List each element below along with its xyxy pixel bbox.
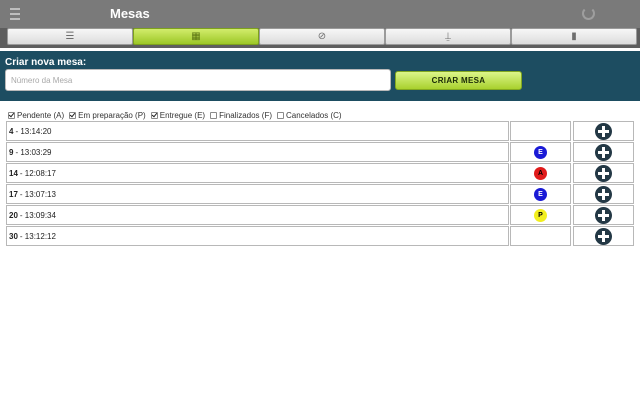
table-row[interactable]: 14 - 12:08:17 A <box>0 163 640 183</box>
filter-pending[interactable]: Pendente (A) <box>8 111 64 120</box>
table-number: 17 <box>9 189 18 199</box>
table-info-cell[interactable]: 17 - 13:07:13 <box>6 184 509 204</box>
tab-list[interactable]: ☰ <box>7 28 133 45</box>
checkbox-finished[interactable] <box>210 111 218 119</box>
table-time: - 13:12:12 <box>19 231 56 241</box>
tab-trash[interactable]: ▮ <box>511 28 637 45</box>
table-time: - 13:07:13 <box>19 189 56 199</box>
table-time: - 12:08:17 <box>19 168 56 178</box>
table-info-cell[interactable]: 14 - 12:08:17 <box>6 163 509 183</box>
filter-in-preparation[interactable]: Em preparação (P) <box>69 111 146 120</box>
coin-icon: ⊘ <box>317 30 327 42</box>
bottle-glass-icon: ⍊ <box>445 30 451 42</box>
trash-icon: ▮ <box>571 30 577 42</box>
plus-circle-icon[interactable] <box>595 185 612 203</box>
table-info-cell[interactable]: 20 - 13:09:34 <box>6 205 509 225</box>
list-icon: ☰ <box>65 30 75 42</box>
plus-circle-icon[interactable] <box>595 143 612 161</box>
status-badge: E <box>534 187 547 201</box>
add-order-cell[interactable] <box>573 184 634 204</box>
add-order-cell[interactable] <box>573 142 634 162</box>
checkbox-delivered[interactable] <box>150 111 158 119</box>
table-row[interactable]: 9 - 13:03:29 E <box>0 142 640 162</box>
table-row[interactable]: 4 - 13:14:20 <box>0 121 640 141</box>
add-order-cell[interactable] <box>573 163 634 183</box>
table-time: - 13:09:34 <box>19 210 56 220</box>
filter-label: Em preparação (P) <box>78 110 146 120</box>
table-info-cell[interactable]: 4 - 13:14:20 <box>6 121 509 141</box>
plus-circle-icon[interactable] <box>595 206 612 224</box>
table-number: 14 <box>9 168 18 178</box>
status-badge: A <box>534 166 547 180</box>
table-number-input[interactable] <box>5 69 391 91</box>
filter-delivered[interactable]: Entregue (E) <box>150 110 206 120</box>
table-row[interactable]: 30 - 13:12:12 <box>0 226 640 246</box>
table-icon: ▦ <box>191 30 201 42</box>
create-table-button[interactable]: CRIAR MESA <box>395 71 522 90</box>
add-order-cell[interactable] <box>573 121 634 141</box>
tab-tables[interactable]: ▦ <box>133 28 259 45</box>
checkbox-pending[interactable] <box>8 111 15 119</box>
table-row[interactable]: 17 - 13:07:13 E <box>0 184 640 204</box>
plus-circle-icon[interactable] <box>595 122 612 140</box>
status-badge: P <box>534 208 547 222</box>
table-status-cell: A <box>510 163 571 183</box>
filter-finished[interactable]: Finalizados (F) <box>210 111 272 120</box>
table-status-cell <box>510 121 571 141</box>
top-bar: Mesas <box>0 0 640 28</box>
status-filters: Pendente (A) Em preparação (P) Entregue … <box>8 109 347 121</box>
status-badge: E <box>534 145 547 159</box>
table-info-cell[interactable]: 9 - 13:03:29 <box>6 142 509 162</box>
table-number: 9 <box>9 147 14 157</box>
filter-cancelled[interactable]: Cancelados (C) <box>277 111 342 120</box>
tab-bar: ☰ ▦ ⊘ ⍊ ▮ <box>0 28 640 48</box>
table-number: 30 <box>9 231 18 241</box>
refresh-icon[interactable] <box>582 7 595 20</box>
table-time: - 13:03:29 <box>15 147 52 157</box>
tab-drinks[interactable]: ⍊ <box>385 28 511 45</box>
table-status-cell: P <box>510 205 571 225</box>
table-number: 20 <box>9 210 18 220</box>
table-row[interactable]: 20 - 13:09:34 P <box>0 205 640 225</box>
add-order-cell[interactable] <box>573 226 634 246</box>
table-time: - 13:14:20 <box>15 126 52 136</box>
hamburger-menu-icon[interactable] <box>10 8 20 20</box>
checkbox-cancelled[interactable] <box>277 111 284 119</box>
plus-circle-icon[interactable] <box>595 164 612 182</box>
add-order-cell[interactable] <box>573 205 634 225</box>
table-status-cell: E <box>510 184 571 204</box>
create-table-label: Criar nova mesa: <box>5 57 87 68</box>
plus-circle-icon[interactable] <box>595 227 612 245</box>
filter-label: Entregue (E) <box>159 110 206 120</box>
tab-payments[interactable]: ⊘ <box>259 28 385 45</box>
table-status-cell: E <box>510 142 571 162</box>
table-number: 4 <box>9 126 14 136</box>
filter-label: Pendente (A) <box>17 110 65 120</box>
filter-label: Finalizados (F) <box>219 110 272 120</box>
table-status-cell <box>510 226 571 246</box>
table-info-cell[interactable]: 30 - 13:12:12 <box>6 226 509 246</box>
filter-label: Cancelados (C) <box>286 110 342 120</box>
checkbox-in-preparation[interactable] <box>69 111 77 119</box>
page-title: Mesas <box>110 6 150 21</box>
